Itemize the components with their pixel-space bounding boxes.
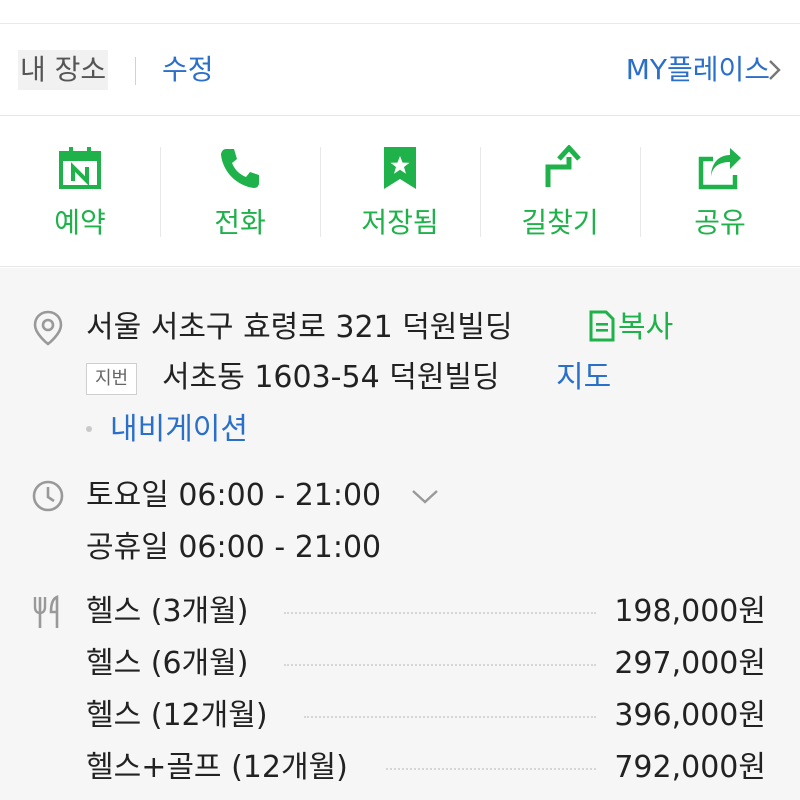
- jibun-address: 서초동 1603-54 덕원빌딩: [162, 360, 500, 395]
- call-label: 전화: [214, 206, 266, 239]
- phone-icon: [221, 149, 259, 188]
- myplace-link[interactable]: MY플레이스: [626, 50, 770, 90]
- chevron-down-icon[interactable]: [410, 484, 440, 508]
- directions-arrow-icon: [545, 145, 581, 187]
- fork-knife-icon: [33, 595, 59, 628]
- directions-label: 길찾기: [521, 206, 599, 239]
- menu-item-price: 396,000원: [614, 698, 766, 733]
- action-bar: 예약 전화 저장됨 길찾기 공유: [0, 117, 800, 267]
- copy-doc-icon: [589, 310, 615, 342]
- navigation-link[interactable]: 내비게이션: [110, 408, 248, 452]
- bullet-dot: [86, 426, 92, 432]
- menu-item: 헬스+골프 (12개월) 792,000원: [86, 746, 766, 790]
- menu-item-name: 헬스 (3개월): [86, 594, 249, 629]
- menu-item-price: 198,000원: [614, 594, 766, 629]
- myplace-label: 내 장소: [18, 50, 109, 90]
- chevron-right-icon[interactable]: [762, 58, 786, 82]
- top-strip: [0, 0, 800, 24]
- menu-item-name: 헬스 (6개월): [86, 646, 249, 681]
- menu-item-price: 792,000원: [614, 750, 766, 785]
- location-pin-icon: [33, 310, 63, 346]
- reserve-button[interactable]: 예약: [0, 117, 160, 267]
- directions-button[interactable]: 길찾기: [480, 117, 640, 267]
- copy-button[interactable]: 복사: [588, 306, 673, 350]
- menu-item-name: 헬스+골프 (12개월): [86, 750, 348, 785]
- hours-holiday: 공휴일 06:00 - 21:00: [86, 530, 382, 565]
- share-button[interactable]: 공유: [640, 117, 800, 267]
- share-label: 공유: [694, 206, 746, 239]
- jibun-badge: 지번: [86, 363, 138, 395]
- saved-button[interactable]: 저장됨: [320, 117, 480, 267]
- dot-leader: [284, 664, 596, 666]
- saved-label: 저장됨: [361, 206, 439, 239]
- menu-item: 헬스 (6개월) 297,000원: [86, 642, 766, 686]
- share-icon: [698, 148, 741, 190]
- divider: [135, 57, 136, 85]
- menu-item: 헬스 (12개월) 396,000원: [86, 694, 766, 738]
- map-link[interactable]: 지도: [556, 356, 611, 400]
- dot-leader: [386, 768, 596, 770]
- road-address: 서울 서초구 효령로 321 덕원빌딩: [86, 310, 513, 345]
- reserve-label: 예약: [54, 206, 106, 239]
- dot-leader: [304, 716, 596, 718]
- menu-item-price: 297,000원: [614, 646, 766, 681]
- info-panel: 서울 서초구 효령로 321 덕원빌딩 복사 지번 서초동 1603-54 덕원…: [0, 268, 800, 800]
- menu-item-name: 헬스 (12개월): [86, 698, 268, 733]
- hours-today[interactable]: 토요일 06:00 - 21:00: [86, 474, 381, 518]
- menu-item: 헬스 (3개월) 198,000원: [86, 590, 766, 634]
- edit-button[interactable]: 수정: [162, 50, 214, 90]
- myplace-bar: 내 장소 수정 MY플레이스: [0, 24, 800, 116]
- call-button[interactable]: 전화: [160, 117, 320, 267]
- bookmark-star-icon: [384, 147, 416, 189]
- copy-label: 복사: [618, 310, 674, 345]
- dot-leader: [284, 612, 596, 614]
- clock-icon: [32, 480, 64, 512]
- calendar-n-icon: [59, 147, 101, 189]
